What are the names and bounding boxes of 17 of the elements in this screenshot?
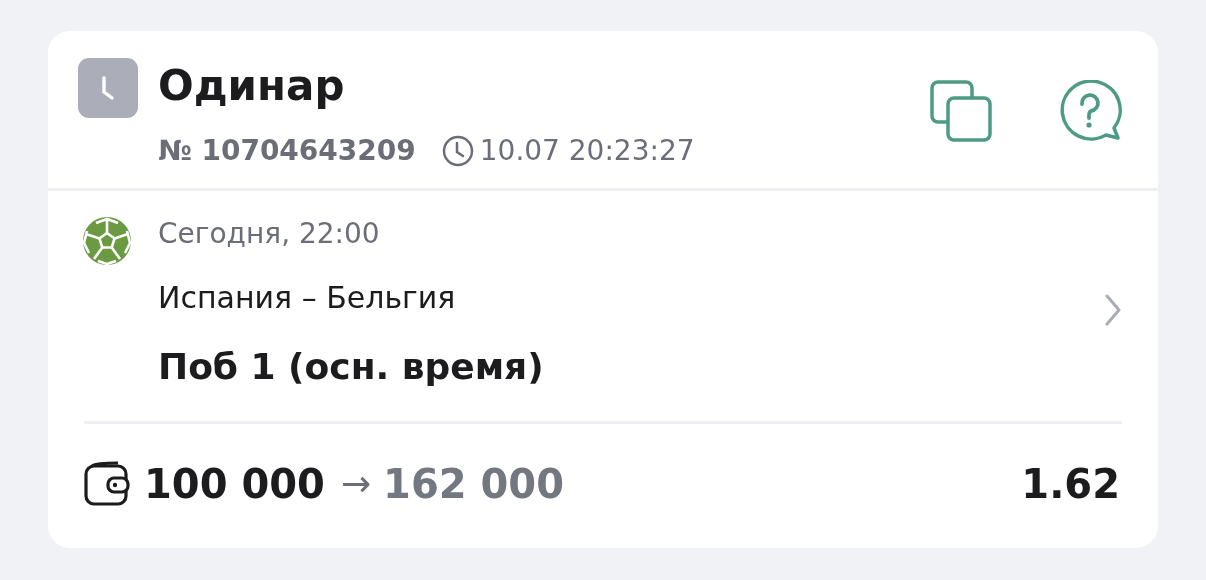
wallet-icon bbox=[84, 461, 130, 507]
clock-icon bbox=[441, 135, 474, 167]
chevron-right-icon[interactable] bbox=[1104, 293, 1122, 327]
bet-selection: Поб 1 (осн. время) bbox=[158, 345, 544, 389]
clock-icon bbox=[78, 58, 138, 118]
arrow-text: → bbox=[340, 462, 372, 506]
bet-number: № 10704643209 bbox=[158, 134, 416, 168]
bet-timestamp: 10.07 20:23:27 bbox=[479, 134, 695, 168]
potential-payout: 162 000 bbox=[383, 460, 564, 508]
help-icon[interactable] bbox=[1058, 80, 1122, 142]
soccer-ball-icon bbox=[83, 217, 131, 265]
bet-odds: 1.62 bbox=[1021, 460, 1120, 508]
copy-icon[interactable] bbox=[930, 80, 992, 142]
bet-type-title: Одинар bbox=[158, 60, 345, 112]
event-start-time: Сегодня, 22:00 bbox=[158, 217, 380, 251]
stake-amount: 100 000 bbox=[144, 460, 325, 508]
event-teams: Испания – Бельгия bbox=[158, 279, 456, 317]
